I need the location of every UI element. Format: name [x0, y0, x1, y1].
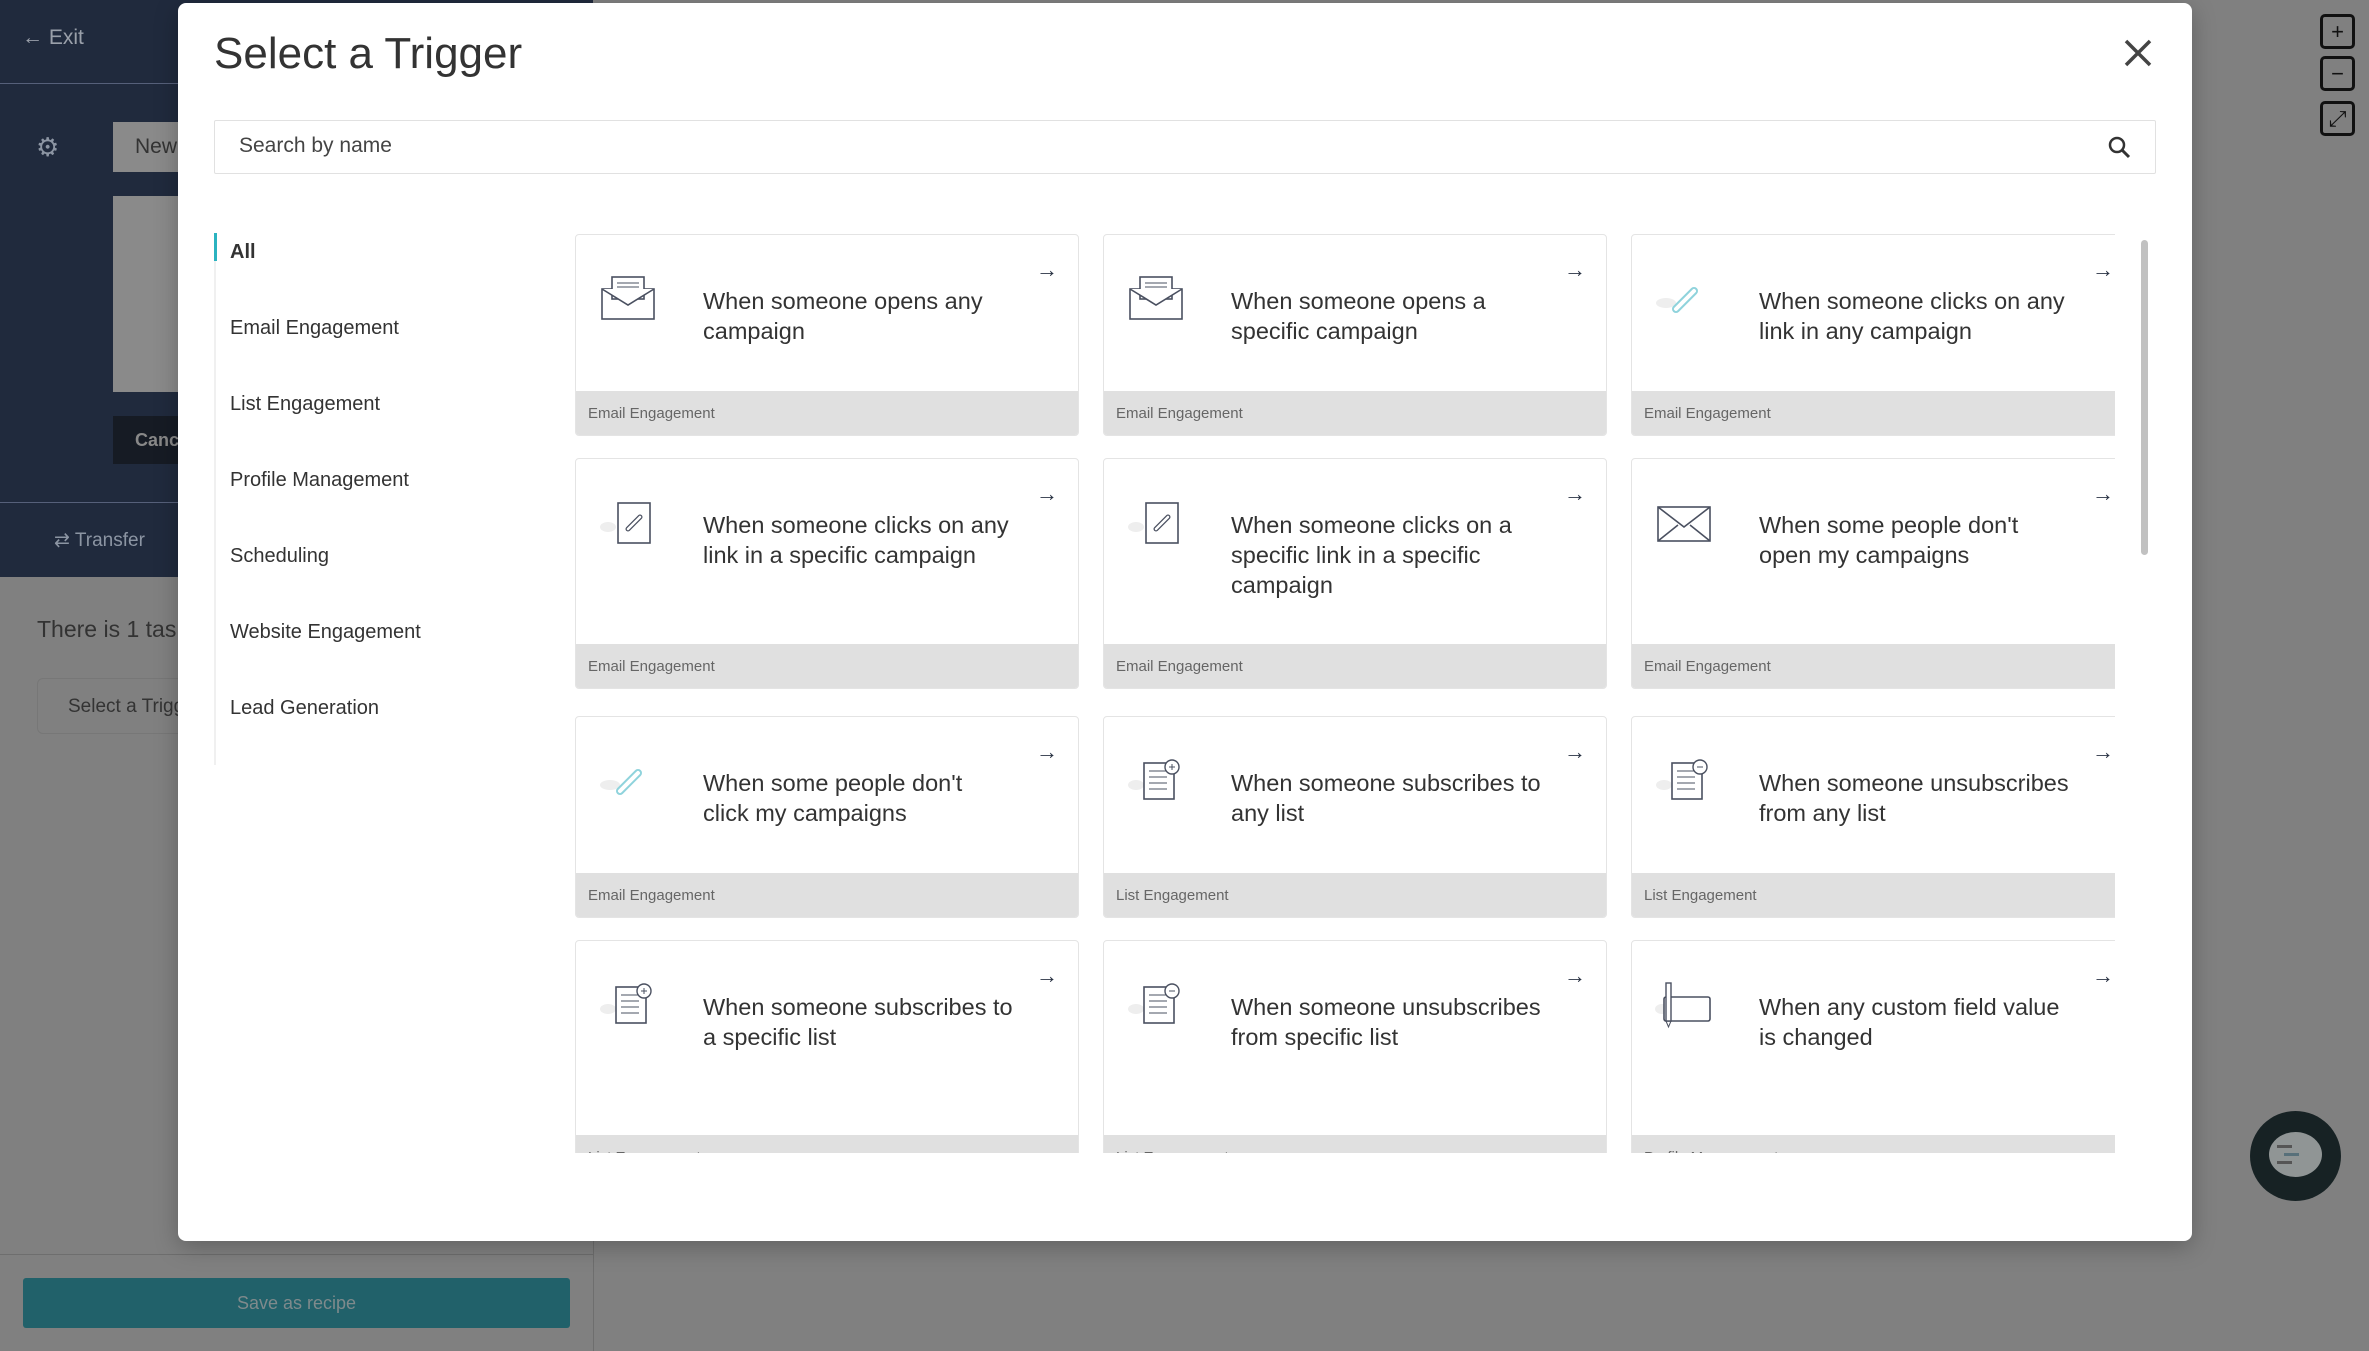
trigger-title: When someone unsubscribes from specific … — [1231, 994, 1541, 1050]
arrow-right-icon: → — [1564, 963, 1586, 988]
trigger-card[interactable]: When someone clicks on any link in any c… — [1631, 234, 2115, 436]
arrow-right-icon: → — [1564, 257, 1586, 282]
arrow-right-icon: → — [1036, 739, 1058, 764]
task-count-text: There is 1 tas — [37, 616, 177, 642]
divider — [0, 1254, 593, 1255]
trigger-title: When any custom field value is changed — [1759, 994, 2060, 1050]
scrollbar[interactable] — [2141, 240, 2148, 555]
trigger-category: Email Engagement — [1104, 391, 1606, 435]
trigger-category: List Engagement — [1632, 873, 2115, 917]
divider — [593, 1241, 594, 1351]
search-box — [214, 120, 2156, 174]
modal-title: Select a Trigger — [214, 29, 523, 78]
open-envelope-icon — [1129, 276, 1183, 320]
chat-button[interactable] — [2250, 1111, 2341, 1201]
transfer-icon: ⇄ — [54, 530, 70, 551]
trigger-title: When someone clicks on a specific link i… — [1231, 512, 1512, 598]
zoom-out-button[interactable]: − — [2320, 56, 2355, 91]
trigger-card[interactable]: When some people don't click my campaign… — [575, 716, 1079, 918]
arrow-right-icon: → — [1036, 963, 1058, 988]
trigger-title: When someone opens any campaign — [703, 288, 983, 344]
transfer-button[interactable]: ⇄ Transfer — [54, 529, 145, 552]
trigger-title: When someone unsubscribes from any list — [1759, 770, 2069, 826]
document-link-icon — [1128, 502, 1179, 544]
trigger-category: Profile Management — [1632, 1135, 2115, 1153]
trigger-title: When someone opens a specific campaign — [1231, 288, 1486, 344]
link-icon — [1656, 287, 1698, 313]
trigger-card[interactable]: When someone clicks on any link in a spe… — [575, 458, 1079, 689]
search-input[interactable] — [239, 121, 2039, 171]
arrow-right-icon: → — [1036, 481, 1058, 506]
zoom-in-button[interactable]: + — [2320, 14, 2355, 49]
exit-label: Exit — [48, 26, 84, 49]
trigger-card[interactable]: When someone clicks on a specific link i… — [1103, 458, 1607, 689]
trigger-category: Email Engagement — [1632, 391, 2115, 435]
arrow-left-icon: ← — [22, 26, 43, 49]
category-website-engagement[interactable]: Website Engagement — [216, 613, 514, 689]
closed-envelope-icon — [1657, 506, 1711, 542]
list-add-icon — [600, 983, 652, 1024]
list-remove-icon — [1128, 983, 1180, 1024]
trigger-title: When someone subscribes to a specific li… — [703, 994, 1013, 1050]
search-icon[interactable] — [2107, 135, 2131, 164]
close-icon[interactable] — [2116, 31, 2160, 75]
category-scheduling[interactable]: Scheduling — [216, 537, 514, 613]
trigger-grid: When someone opens any campaign → Email En… — [575, 234, 2115, 1153]
save-as-recipe-button[interactable]: Save as recipe — [23, 1278, 570, 1328]
arrow-right-icon: → — [2092, 739, 2114, 764]
exit-link[interactable]: ← Exit — [22, 26, 84, 50]
arrow-right-icon: → — [1036, 257, 1058, 282]
open-envelope-icon — [601, 276, 655, 320]
arrow-right-icon: → — [2092, 963, 2114, 988]
trigger-category: Email Engagement — [1632, 644, 2115, 688]
trigger-title: When someone clicks on any link in any c… — [1759, 288, 2065, 344]
trigger-card[interactable]: When any custom field value is changed → P… — [1631, 940, 2115, 1153]
trigger-category: Email Engagement — [576, 644, 1078, 688]
category-list-engagement[interactable]: List Engagement — [216, 385, 514, 461]
category-all[interactable]: All — [214, 233, 514, 309]
trigger-title: When someone clicks on any link in a spe… — [703, 512, 1009, 568]
select-trigger-button[interactable]: Select a Trigg — [37, 678, 187, 734]
list-remove-icon — [1656, 759, 1708, 800]
trigger-card[interactable]: When some people don't open my campaigns… — [1631, 458, 2115, 689]
trigger-category: List Engagement — [1104, 873, 1606, 917]
trigger-title: When someone subscribes to any list — [1231, 770, 1541, 826]
trigger-category: Email Engagement — [576, 873, 1078, 917]
trigger-category: Email Engagement — [1104, 644, 1606, 688]
category-nav: All Email Engagement List Engagement Profil… — [214, 233, 514, 765]
trigger-card[interactable]: When someone unsubscribes from specific … — [1103, 940, 1607, 1153]
arrow-right-icon: → — [2092, 481, 2114, 506]
select-trigger-modal: Select a Trigger AllEmail EngagementList… — [178, 3, 2192, 1241]
workflow-logo-icon: ⚙ — [36, 132, 60, 162]
link-icon — [600, 769, 642, 795]
arrow-right-icon: → — [2092, 257, 2114, 282]
trigger-title: When some people don't open my campaigns — [1759, 512, 2019, 568]
category-profile-management[interactable]: Profile Management — [216, 461, 514, 537]
arrow-right-icon: → — [1564, 481, 1586, 506]
trigger-category: Email Engagement — [576, 391, 1078, 435]
category-email-engagement[interactable]: Email Engagement — [216, 309, 514, 385]
trigger-card[interactable]: When someone opens a specific campaign → E… — [1103, 234, 1607, 436]
trigger-category: List Engagement — [576, 1135, 1078, 1153]
trigger-category: List Engagement — [1104, 1135, 1606, 1153]
trigger-card[interactable]: When someone subscribes to a specific li… — [575, 940, 1079, 1153]
arrow-right-icon: → — [1564, 739, 1586, 764]
trigger-card[interactable]: When someone unsubscribes from any list →… — [1631, 716, 2115, 918]
trigger-title: When some people don't click my campaign… — [703, 770, 963, 826]
transfer-label: Transfer — [74, 530, 145, 551]
category-lead-generation[interactable]: Lead Generation — [216, 689, 514, 765]
list-add-icon — [1128, 759, 1180, 800]
fit-screen-button[interactable]: ⤢ — [2320, 101, 2355, 136]
chat-bubble-icon — [2269, 1132, 2322, 1177]
field-edit-icon — [1655, 982, 1711, 1029]
trigger-card[interactable]: When someone subscribes to any list → List… — [1103, 716, 1607, 918]
document-link-icon — [600, 502, 651, 544]
trigger-card[interactable]: When someone opens any campaign → Email En… — [575, 234, 1079, 436]
